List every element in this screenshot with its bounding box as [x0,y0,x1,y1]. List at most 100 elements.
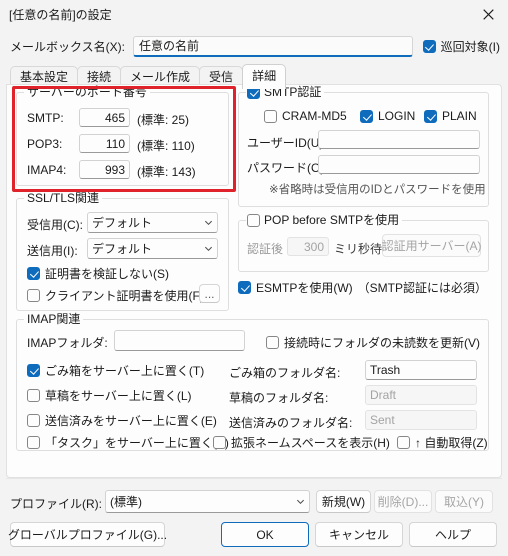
imap4-port-default: (標準: 143) [137,165,196,179]
plain-label: PLAIN [442,109,477,123]
pop3-port-label: POP3: [27,137,63,151]
smtp-password-input[interactable] [318,155,480,174]
smtp-port-label: SMTP: [27,111,64,125]
trash-folder-name-input[interactable] [365,360,477,380]
smtp-auth-note: ※省略時は受信用のIDとパスワードを使用 [269,184,486,196]
no-verify-cert-label: 証明書を検証しない(S) [45,267,169,281]
sent-on-server-label: 送信済みをサーバー上に置く(E) [45,414,217,428]
trash-folder-name-label: ごみ箱のフォルダ名: [229,366,341,380]
sent-folder-name-label: 送信済みのフォルダ名: [229,416,353,430]
mailbox-name-label: メールボックス名(X): [10,39,125,54]
auto-get-label: ↑ 自動取得(Z) [415,436,488,450]
pop-before-smtp-group: POP before SMTPを使用 認証後 ミリ秒待つ 認証用サーバー(A) [238,213,489,272]
ssl-send-select[interactable]: デフォルト [87,238,218,259]
draft-on-server-label: 草稿をサーバー上に置く(L) [45,389,192,403]
help-button[interactable]: ヘルプ [409,522,497,547]
ssl-receive-value: デフォルト [92,216,153,230]
cancel-button[interactable]: キャンセル [315,522,403,547]
smtp-auth-group: SMTP認証 CRAM-MD5 LOGIN PLAIN ユーザーID(U): パ… [238,85,489,207]
draft-on-server-checkbox-box [27,389,40,402]
smtp-userid-input[interactable] [318,130,480,149]
client-cert-label: クライアント証明書を使用(F) [45,289,204,303]
patrol-target-checkbox[interactable]: 巡回対象(I) [422,38,500,55]
ssl-receive-label: 受信用(C): [27,218,83,232]
global-profile-button[interactable]: グローバルプロファイル(G)... [8,522,167,547]
client-cert-browse-button[interactable]: ... [199,284,220,303]
profile-new-button[interactable]: 新規(W) [316,490,371,513]
pop-before-smtp-legend-label: POP before SMTPを使用 [264,213,400,227]
esmtp-checkbox-box [238,281,251,294]
profile-select[interactable]: (標準) [105,490,310,513]
draft-on-server-checkbox[interactable]: 草稿をサーバー上に置く(L) [27,387,192,404]
trash-on-server-label: ごみ箱をサーバー上に置く(T) [45,364,205,378]
login-label: LOGIN [378,109,416,123]
trash-on-server-checkbox-box [27,364,40,377]
mailbox-name-row: メールボックス名(X): 巡回対象(I) [0,32,508,60]
title-bar: [任意の名前]の設定 [0,0,508,28]
login-checkbox-box [360,109,373,123]
login-checkbox[interactable]: LOGIN [360,109,415,123]
plain-checkbox-box [424,109,437,123]
ssl-receive-select[interactable]: デフォルト [87,212,218,233]
chevron-down-icon [204,220,213,226]
dialog-footer: プロファイル(R): (標準) 新規(W) 削除(D)... 取込(Y) グロー… [0,478,508,556]
smtp-port-default: (標準: 25) [137,113,190,127]
profile-import-button[interactable]: 取込(Y) [435,490,493,513]
imap-folder-input[interactable] [114,330,245,351]
details-tab-panel: サーバーのポート番号 SMTP: (標準: 25) POP3: (標準: 110… [6,84,502,478]
pop-before-smtp-checkbox-box[interactable] [247,213,260,227]
mailbox-name-input[interactable] [132,35,413,57]
ssl-tls-group-legend: SSL/TLS関連 [24,191,103,205]
cram-md5-label: CRAM-MD5 [282,109,347,123]
no-verify-cert-checkbox-box [27,267,40,280]
sent-folder-name-input[interactable] [365,410,477,430]
draft-folder-name-input[interactable] [365,385,477,405]
extended-namespace-checkbox-box [213,436,226,449]
auto-get-checkbox[interactable]: ↑ 自動取得(Z) [397,434,488,451]
sent-on-server-checkbox[interactable]: 送信済みをサーバー上に置く(E) [27,412,217,429]
draft-folder-name-label: 草稿のフォルダ名: [229,391,329,405]
close-button[interactable] [468,0,508,28]
smtp-userid-label: ユーザーID(U): [247,136,327,150]
auth-wait-input[interactable] [287,237,329,256]
unread-refresh-checkbox[interactable]: 接続時にフォルダの未読数を更新(V) [266,334,480,351]
plain-checkbox[interactable]: PLAIN [424,109,477,123]
chevron-down-icon [296,499,305,505]
client-cert-checkbox[interactable]: クライアント証明書を使用(F) [27,287,204,304]
extended-namespace-label: 拡張ネームスペースを表示(H) [231,436,390,450]
auth-server-button[interactable]: 認証用サーバー(A) [382,234,481,257]
footer-separator [6,478,502,479]
imap-group-legend: IMAP関連 [24,312,84,326]
task-on-server-label: 「タスク」をサーバー上に置く(K) [45,436,229,450]
no-verify-cert-checkbox[interactable]: 証明書を検証しない(S) [27,265,169,282]
cram-md5-checkbox-box [264,109,277,123]
unread-refresh-label: 接続時にフォルダの未読数を更新(V) [284,336,480,350]
server-port-group-legend: サーバーのポート番号 [24,85,150,99]
profile-label: プロファイル(R): [10,497,102,511]
client-cert-checkbox-box [27,289,40,302]
esmtp-checkbox[interactable]: ESMTPを使用(W) （SMTP認証には必須） [238,279,487,296]
pop3-port-row: POP3: (標準: 110) [27,134,222,155]
profile-value: (標準) [110,495,142,509]
task-on-server-checkbox[interactable]: 「タスク」をサーバー上に置く(K) [27,434,229,451]
patrol-target-label: 巡回対象(I) [440,39,500,54]
sent-on-server-checkbox-box [27,414,40,427]
trash-on-server-checkbox[interactable]: ごみ箱をサーバー上に置く(T) [27,362,204,379]
pop3-port-default: (標準: 110) [137,139,195,153]
smtp-port-row: SMTP: (標準: 25) [27,108,222,129]
esmtp-note: （SMTP認証には必須） [357,281,488,295]
ok-button[interactable]: OK [221,522,309,547]
tab-details[interactable]: 詳細 [242,64,287,89]
pop3-port-input[interactable] [79,134,130,153]
extended-namespace-checkbox[interactable]: 拡張ネームスペースを表示(H) [213,434,390,451]
cram-md5-checkbox[interactable]: CRAM-MD5 [264,109,347,123]
server-port-group: サーバーのポート番号 SMTP: (標準: 25) POP3: (標準: 110… [16,85,229,186]
profile-delete-button[interactable]: 削除(D)... [374,490,432,513]
task-on-server-checkbox-box [27,436,40,449]
ssl-send-value: デフォルト [92,242,153,256]
close-icon [482,8,494,20]
ssl-tls-group: SSL/TLS関連 受信用(C): デフォルト 送信用(I): デフォルト 証明… [16,191,229,311]
imap4-port-input[interactable] [79,160,130,179]
smtp-port-input[interactable] [79,108,130,127]
patrol-target-checkbox-box [422,39,436,53]
